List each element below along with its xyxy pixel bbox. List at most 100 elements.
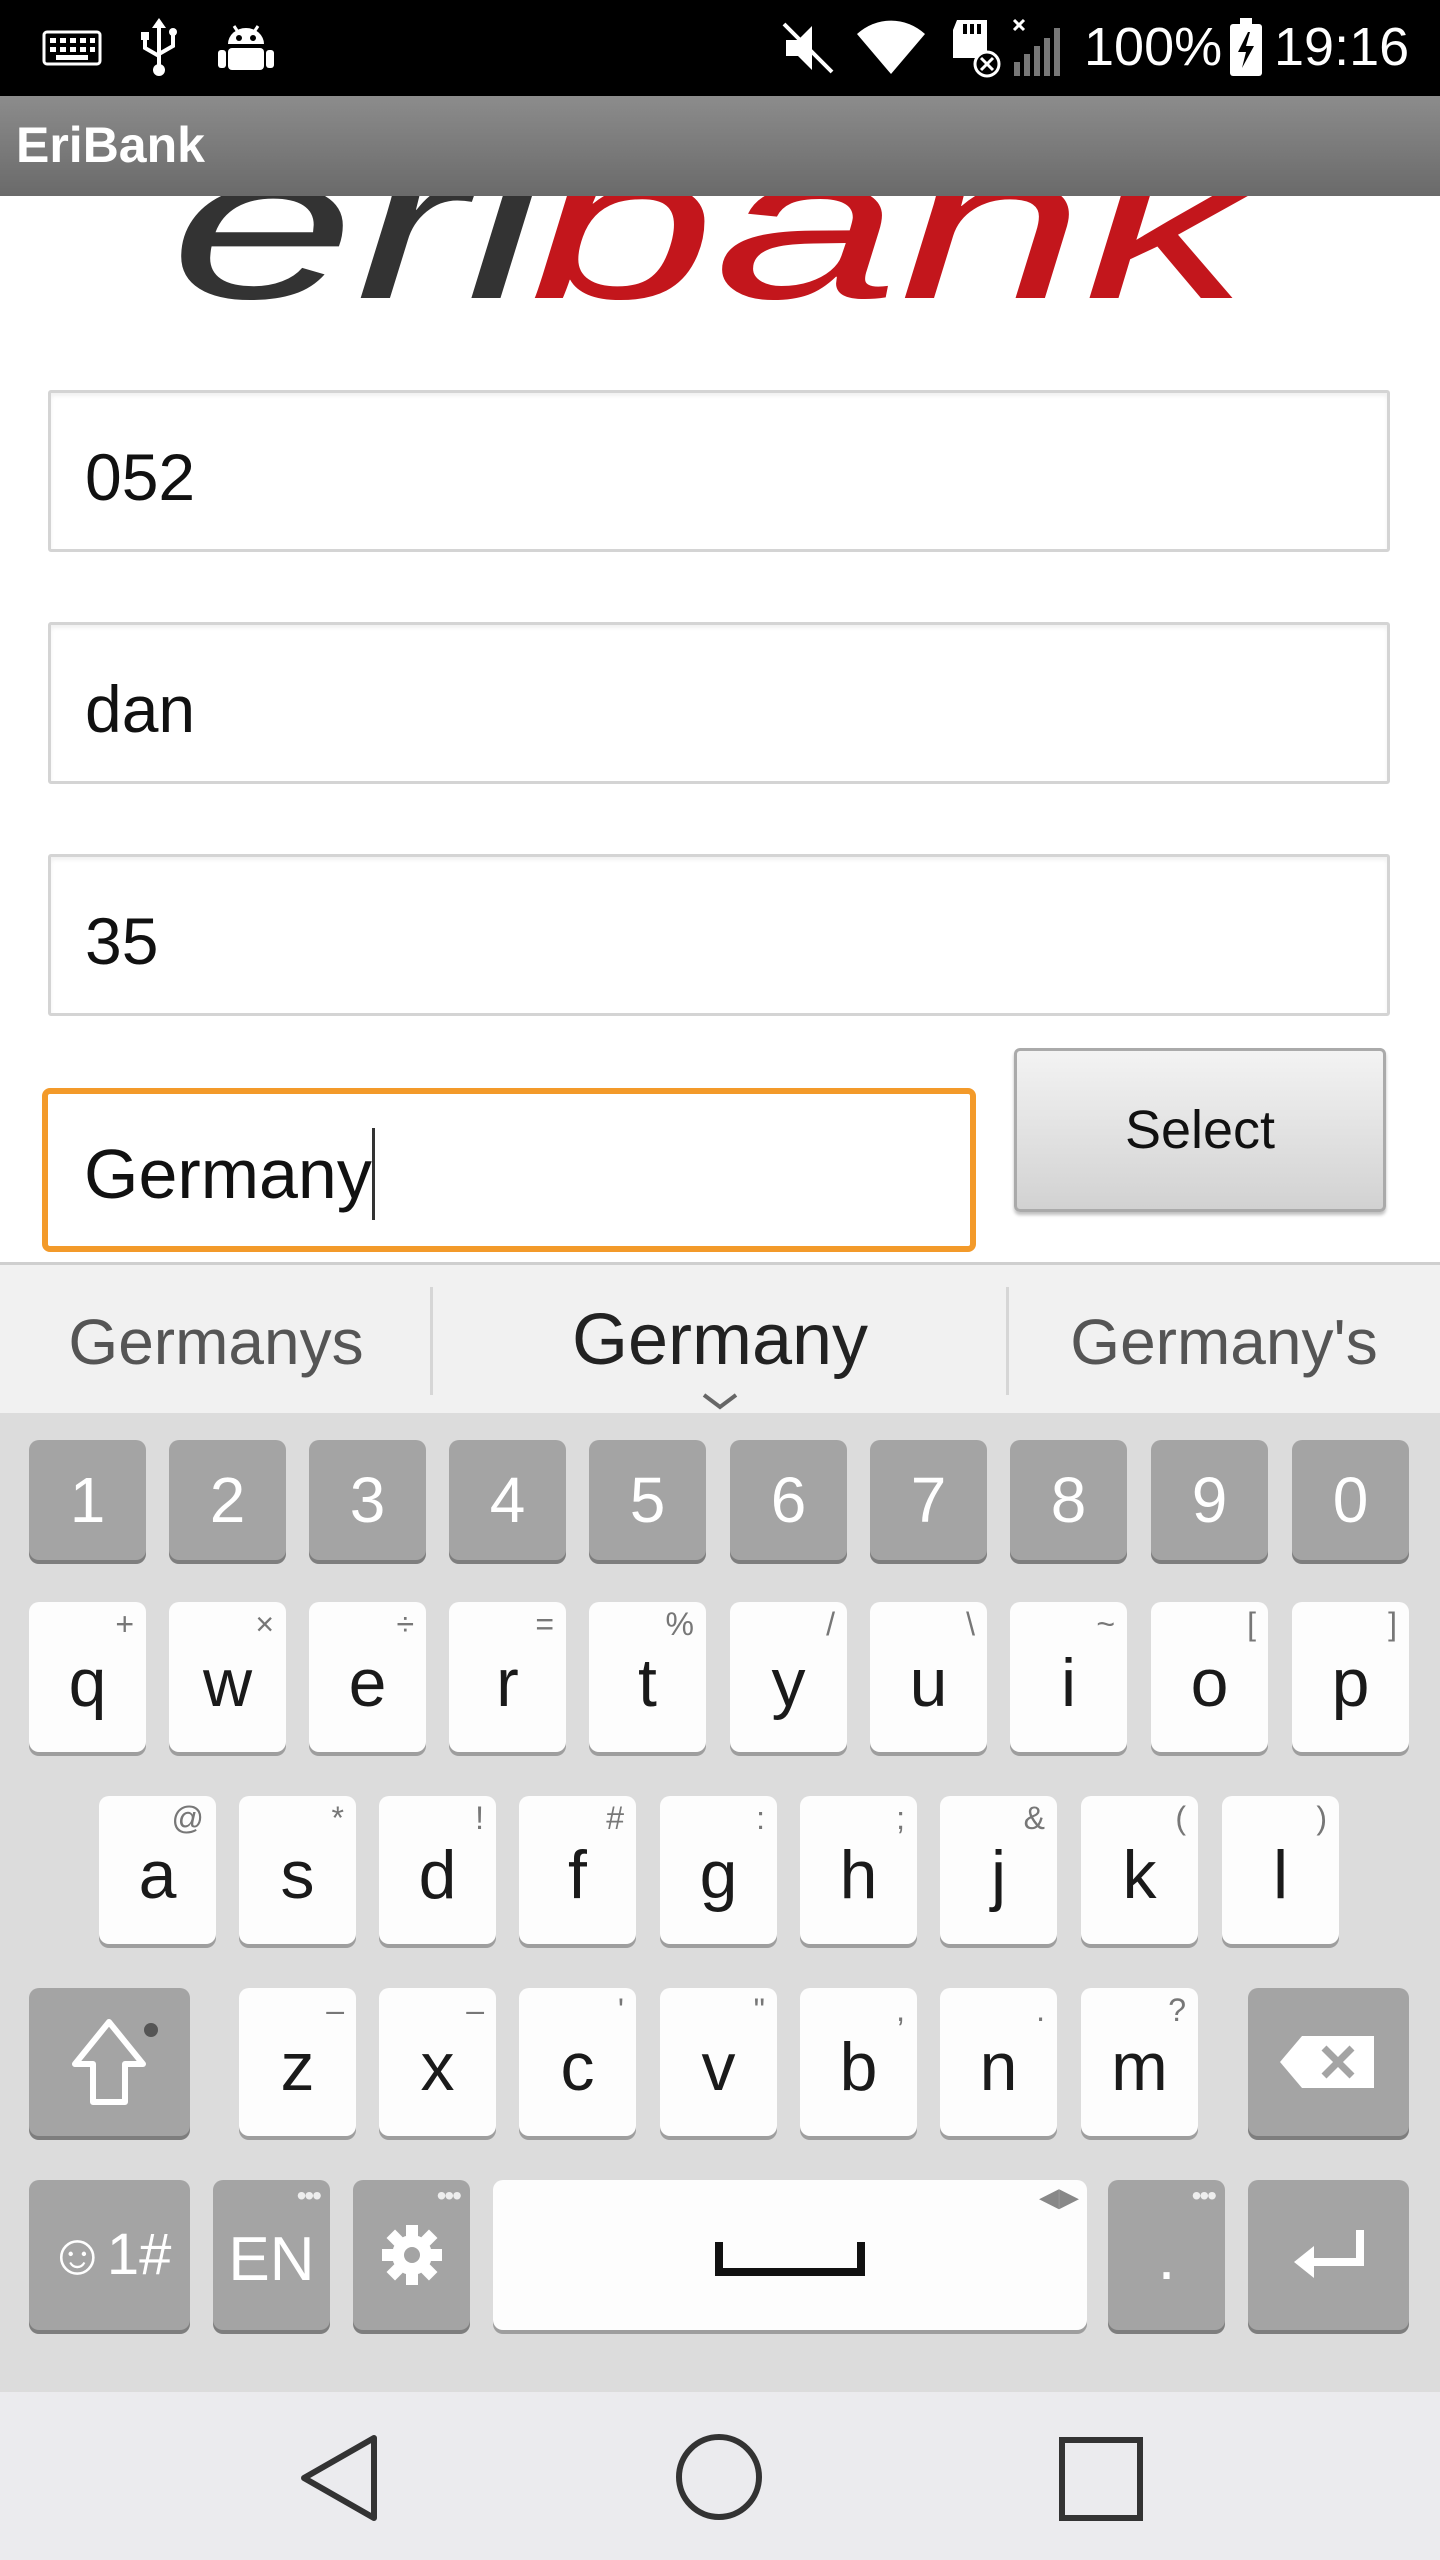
- period-label: .: [1157, 2221, 1176, 2293]
- settings-key[interactable]: •••: [353, 2180, 470, 2330]
- select-button[interactable]: Select: [1014, 1048, 1386, 1212]
- suggestion-strip: Germanys Germany Germany's: [0, 1262, 1440, 1413]
- key-j[interactable]: & j: [940, 1796, 1057, 1944]
- enter-key[interactable]: [1248, 2180, 1409, 2330]
- key-u[interactable]: \ u: [870, 1602, 987, 1752]
- key-s[interactable]: * s: [239, 1796, 356, 1944]
- key-hint: (: [1175, 1800, 1186, 1836]
- key-q[interactable]: + q: [29, 1602, 146, 1752]
- language-label: EN: [228, 2225, 315, 2294]
- app-title: EriBank: [16, 117, 205, 173]
- key-f[interactable]: # f: [519, 1796, 636, 1944]
- key-k[interactable]: (k: [1081, 1796, 1198, 1944]
- key-letter: a: [138, 1837, 177, 1913]
- recents-icon[interactable]: [1058, 2436, 1144, 2522]
- period-key[interactable]: ••• .: [1108, 2180, 1225, 2330]
- app-title-bar: EriBank: [0, 96, 1440, 196]
- key-letter: q: [68, 1645, 107, 1721]
- backspace-icon: [1280, 2036, 1374, 2088]
- key-h[interactable]: ; h: [800, 1796, 917, 1944]
- key-hint: ÷: [396, 1606, 414, 1642]
- eribank-logo: eri bank: [170, 196, 1250, 306]
- text-cursor: [372, 1128, 375, 1220]
- key-hint: !: [475, 1800, 484, 1836]
- key-w[interactable]: × w: [169, 1602, 286, 1752]
- key-8[interactable]: 8: [1010, 1440, 1127, 1560]
- key-hint: ×: [255, 1606, 274, 1642]
- name-field[interactable]: dan: [48, 622, 1390, 784]
- suggestion-1[interactable]: Germanys: [0, 1305, 432, 1379]
- key-hint: ;: [896, 1800, 905, 1836]
- key-t[interactable]: % t: [589, 1602, 706, 1752]
- key-l[interactable]: ) l: [1222, 1796, 1339, 1944]
- key-m[interactable]: ? m: [1081, 1988, 1198, 2136]
- key-hint: ]: [1388, 1606, 1397, 1642]
- suggestion-2[interactable]: Germany: [432, 1299, 1008, 1381]
- key-hint: [: [1247, 1606, 1256, 1642]
- phone-field[interactable]: 052: [48, 390, 1390, 552]
- key-letter: w: [202, 1645, 253, 1721]
- key-z[interactable]: – z: [239, 1988, 356, 2136]
- more-dots-icon: •••: [436, 2180, 462, 2211]
- key-3[interactable]: 3: [309, 1440, 426, 1560]
- key-e[interactable]: ÷ e: [309, 1602, 426, 1752]
- status-bar: 100% 19:16: [0, 0, 1440, 96]
- amount-field[interactable]: 35: [48, 854, 1390, 1016]
- key-n[interactable]: .n: [940, 1988, 1057, 2136]
- key-4[interactable]: 4: [449, 1440, 566, 1560]
- key-v[interactable]: " v: [660, 1988, 777, 2136]
- key-d[interactable]: ! d: [379, 1796, 496, 1944]
- key-letter: u: [909, 1645, 948, 1721]
- key-p[interactable]: ] p: [1292, 1602, 1409, 1752]
- shift-key[interactable]: [29, 1988, 190, 2136]
- key-6[interactable]: 6: [730, 1440, 847, 1560]
- key-o[interactable]: [o: [1151, 1602, 1268, 1752]
- key-hint: %: [665, 1606, 694, 1642]
- key-hint: =: [535, 1606, 554, 1642]
- suggestion-3[interactable]: Germany's: [1008, 1305, 1440, 1379]
- key-letter: l: [1272, 1837, 1289, 1913]
- key-1[interactable]: 1: [29, 1440, 146, 1560]
- key-b[interactable]: ,b: [800, 1988, 917, 2136]
- space-icon: [715, 2242, 865, 2276]
- key-2[interactable]: 2: [169, 1440, 286, 1560]
- more-dots-icon: •••: [1191, 2180, 1217, 2211]
- keyboard-icon: [40, 18, 104, 78]
- chevron-down-icon[interactable]: [700, 1391, 740, 1416]
- key-letter: d: [418, 1837, 457, 1913]
- navigation-bar: [0, 2392, 1440, 2560]
- country-field[interactable]: Germany: [42, 1088, 976, 1252]
- key-0[interactable]: 0: [1292, 1440, 1409, 1560]
- home-icon[interactable]: [674, 2432, 764, 2522]
- usb-icon: [134, 18, 184, 78]
- language-key[interactable]: ••• EN: [213, 2180, 330, 2330]
- key-r[interactable]: = r: [449, 1602, 566, 1752]
- enter-icon: [1294, 2230, 1364, 2278]
- space-key[interactable]: ◀▶: [493, 2180, 1087, 2330]
- key-y[interactable]: / y: [730, 1602, 847, 1752]
- key-9[interactable]: 9: [1151, 1440, 1268, 1560]
- key-i[interactable]: ~ i: [1010, 1602, 1127, 1752]
- back-icon[interactable]: [296, 2432, 382, 2524]
- key-7[interactable]: 7: [870, 1440, 987, 1560]
- sd-card-icon: [944, 18, 1004, 78]
- key-hint: \: [966, 1606, 975, 1642]
- amount-field-value: 35: [85, 904, 159, 978]
- key-g[interactable]: :g: [660, 1796, 777, 1944]
- key-hint: #: [606, 1800, 624, 1836]
- key-hint: ): [1316, 1800, 1327, 1836]
- key-x[interactable]: – x: [379, 1988, 496, 2136]
- key-hint: ?: [1168, 1992, 1186, 2028]
- key-letter: i: [1060, 1645, 1077, 1721]
- backspace-key[interactable]: [1248, 1988, 1409, 2136]
- symbols-key[interactable]: ☺1#: [29, 2180, 190, 2330]
- key-a[interactable]: @ a: [99, 1796, 216, 1944]
- signal-off-icon: [1008, 18, 1070, 78]
- key-hint: ,: [896, 1992, 905, 2028]
- key-letter: o: [1190, 1645, 1229, 1721]
- key-c[interactable]: ' c: [519, 1988, 636, 2136]
- key-letter: f: [568, 1837, 587, 1913]
- key-5[interactable]: 5: [589, 1440, 706, 1560]
- key-letter: c: [560, 2029, 595, 2105]
- key-hint: ": [753, 1992, 765, 2028]
